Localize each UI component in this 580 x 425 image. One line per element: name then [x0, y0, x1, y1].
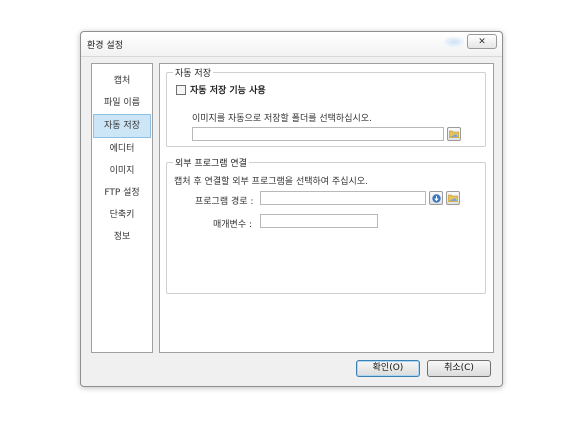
- autosave-description: 이미지를 자동으로 저장할 폴더를 선택하십시오.: [192, 114, 372, 124]
- program-path-label: 프로그램 경로 :: [195, 197, 254, 207]
- autosave-checkbox-label: 자동 저장 기능 사용: [190, 86, 266, 96]
- folder-icon: [449, 130, 459, 138]
- minimize-button[interactable]: [444, 37, 464, 47]
- params-label: 매개변수 :: [213, 220, 253, 230]
- sidebar-item-image[interactable]: 이미지: [92, 160, 152, 182]
- sidebar-item-shortcuts[interactable]: 단축키: [92, 204, 152, 226]
- program-path-dropdown-button[interactable]: [429, 191, 443, 205]
- params-input[interactable]: [260, 214, 378, 228]
- sidebar-item-capture[interactable]: 캡처: [92, 70, 152, 92]
- autosave-folder-input[interactable]: [192, 127, 444, 141]
- close-icon: ✕: [478, 37, 486, 47]
- arrow-down-icon: [431, 193, 441, 203]
- folder-icon: [448, 194, 458, 202]
- sidebar-item-info[interactable]: 정보: [92, 226, 152, 248]
- window-title: 환경 설정: [87, 41, 123, 51]
- autosave-checkbox[interactable]: [176, 84, 186, 95]
- external-group-label: 외부 프로그램 연결: [173, 156, 249, 169]
- autosave-group-label: 자동 저장: [173, 66, 213, 79]
- close-button[interactable]: ✕: [467, 34, 497, 49]
- program-path-browse-button[interactable]: [446, 191, 460, 205]
- sidebar-item-ftp[interactable]: FTP 설정: [92, 182, 152, 204]
- settings-sidebar: 캡처 파일 이름 자동 저장 에디터 이미지 FTP 설정 단축키 정보: [91, 63, 153, 353]
- sidebar-item-editor[interactable]: 에디터: [92, 138, 152, 160]
- title-bar: 환경 설정 ✕: [81, 32, 502, 57]
- sidebar-item-filename[interactable]: 파일 이름: [92, 92, 152, 114]
- autosave-folder-browse-button[interactable]: [447, 127, 461, 141]
- settings-content: 자동 저장 자동 저장 기능 사용 이미지를 자동으로 저장할 폴더를 선택하십…: [159, 63, 494, 353]
- ok-button[interactable]: 확인(O): [356, 360, 420, 377]
- external-description: 캡처 후 연결할 외부 프로그램을 선택하여 주십시오.: [174, 177, 368, 187]
- autosave-checkbox-row[interactable]: 자동 저장 기능 사용: [176, 83, 266, 96]
- settings-dialog: 환경 설정 ✕ 캡처 파일 이름 자동 저장 에디터 이미지 FTP 설정 단축…: [80, 31, 503, 387]
- external-program-group: 외부 프로그램 연결 캡처 후 연결할 외부 프로그램을 선택하여 주십시오. …: [166, 156, 486, 294]
- cancel-button[interactable]: 취소(C): [427, 360, 491, 377]
- sidebar-item-autosave[interactable]: 자동 저장: [93, 114, 151, 138]
- autosave-group: 자동 저장 자동 저장 기능 사용 이미지를 자동으로 저장할 폴더를 선택하십…: [166, 66, 486, 147]
- program-path-input[interactable]: [260, 191, 426, 205]
